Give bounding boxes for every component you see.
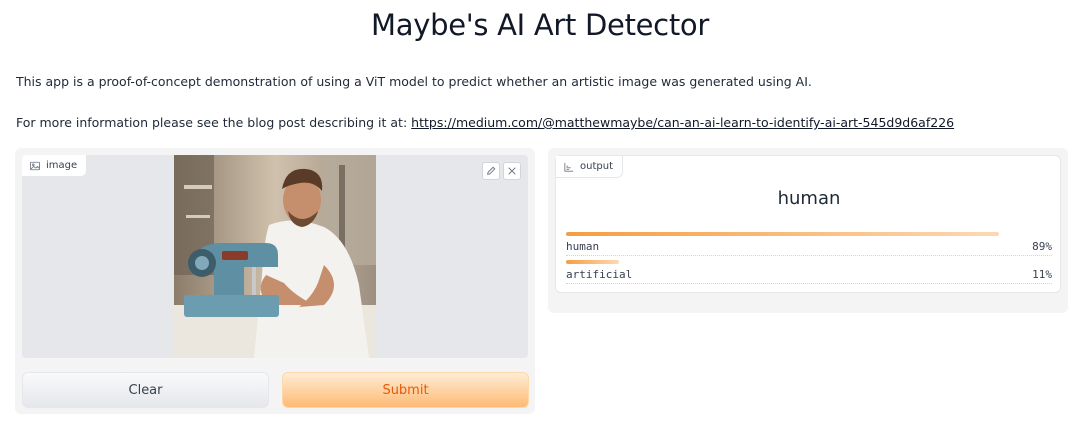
edit-image-button[interactable] [482,162,500,180]
output-panel: output human human 89% artificial 11% [548,148,1068,313]
page-title: Maybe's AI Art Detector [371,8,709,42]
image-icon [30,161,40,170]
remove-image-button[interactable] [503,162,521,180]
output-block-label: output [556,156,623,178]
blog-post-link[interactable]: https://medium.com/@matthewmaybe/can-an-… [411,115,954,130]
clear-button[interactable]: Clear [22,372,269,408]
input-panel: image Clear Submit [15,148,535,414]
image-upload-area[interactable]: image [22,155,528,358]
confidence-bar [566,260,620,264]
confidence-row[interactable]: human 89% [566,232,1052,256]
confidence-label: human [566,240,600,253]
confidence-row[interactable]: artificial 11% [566,260,1052,284]
uploaded-image [174,155,376,358]
submit-button[interactable]: Submit [282,372,529,408]
image-label-text: image [46,160,78,171]
more-info-text: For more information please see the blog… [16,115,954,130]
image-block-label: image [22,155,88,177]
confidence-label: artificial [566,268,633,281]
predicted-label: human [777,188,841,209]
pencil-icon [487,166,496,175]
output-box: output human human 89% artificial 11% [555,155,1061,293]
close-icon [508,167,516,175]
confidence-value: 11% [1032,268,1052,281]
confidence-value: 89% [1032,240,1052,253]
confidence-bar [566,232,999,236]
app-description: This app is a proof-of-concept demonstra… [16,74,812,89]
more-info-prefix: For more information please see the blog… [16,115,412,130]
output-label-text: output [580,161,613,172]
bar-chart-icon [564,162,574,172]
